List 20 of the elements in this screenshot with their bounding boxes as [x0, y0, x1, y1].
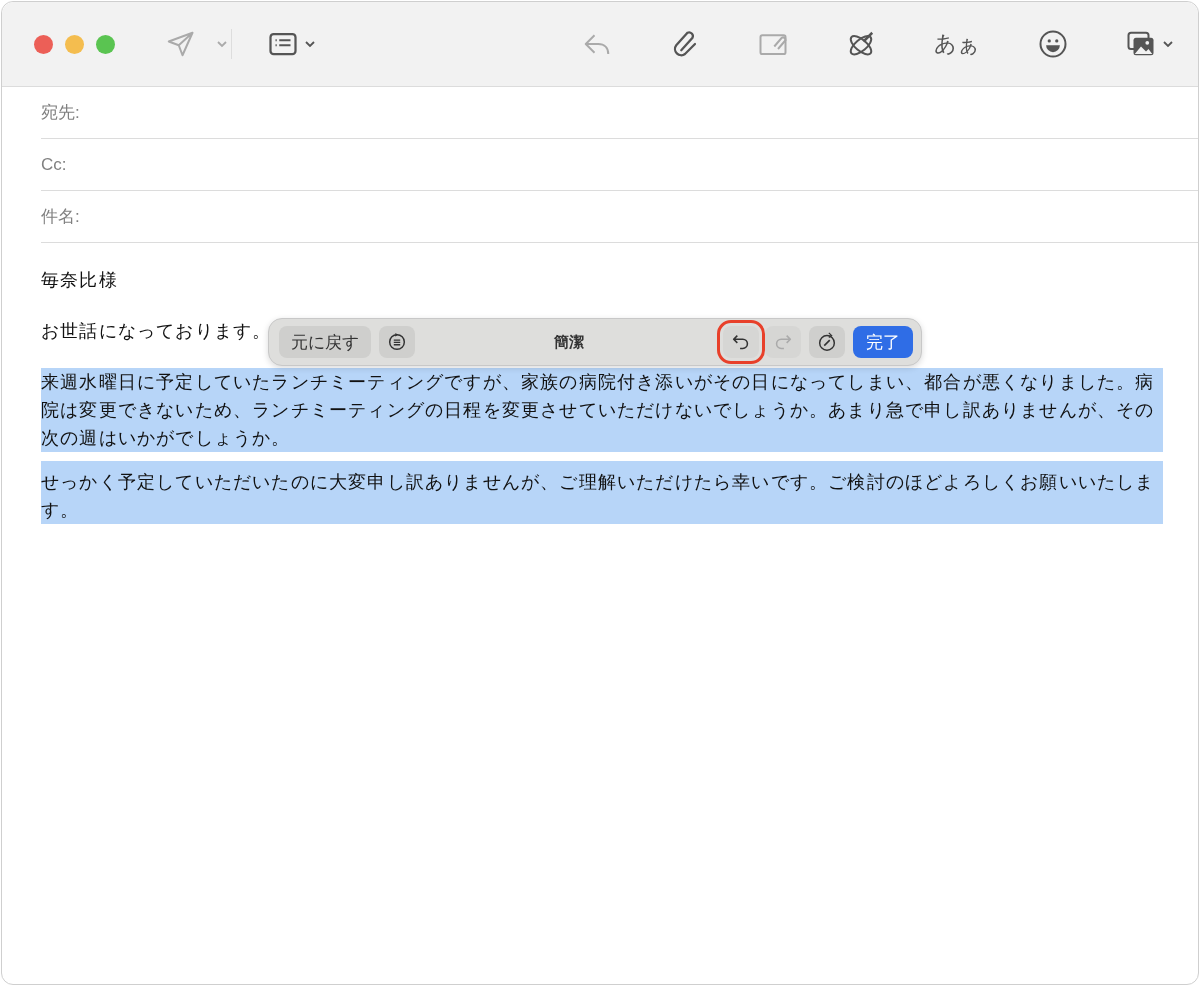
body-paragraph: せっかく予定していただいたのに大変申し訳ありませんが、ご理解いただけたら幸いです。ご検討のほどよろしくお願いいたします。: [41, 461, 1163, 524]
smiley-icon: [1038, 29, 1068, 59]
field-label: 宛先:: [41, 102, 80, 124]
emoji-button[interactable]: [1038, 29, 1068, 59]
body-paragraph: お世話になっております。: [41, 319, 272, 343]
done-button[interactable]: 完了: [853, 326, 913, 358]
rewrite-button[interactable]: [809, 326, 845, 358]
list-circle-icon: [386, 331, 408, 353]
field-label: 件名:: [41, 206, 80, 228]
body-paragraph: 来週水曜日に予定していたランチミーティングですが、家族の病院付き添いがその日になってしまい、都合が悪くなりました。病院は変更できないため、ランチミーティングの日程を変更させていただけないでしょうか。あまり急で申し訳ありませんが、その次の週はいかがでしょうか。: [41, 368, 1163, 452]
summary-button[interactable]: [379, 326, 415, 358]
chevron-icon[interactable]: [1162, 40, 1174, 48]
font-button[interactable]: あぁ: [934, 29, 980, 59]
chevron-icon[interactable]: [304, 40, 316, 48]
window-close-button[interactable]: [34, 34, 53, 54]
revert-button[interactable]: 元に戻す: [279, 326, 371, 358]
paper-plane-icon: [165, 29, 195, 59]
tool-title: 簡潔: [553, 332, 585, 352]
field-label: Cc:: [41, 154, 67, 175]
body-paragraph: 毎奈比様: [41, 268, 118, 292]
